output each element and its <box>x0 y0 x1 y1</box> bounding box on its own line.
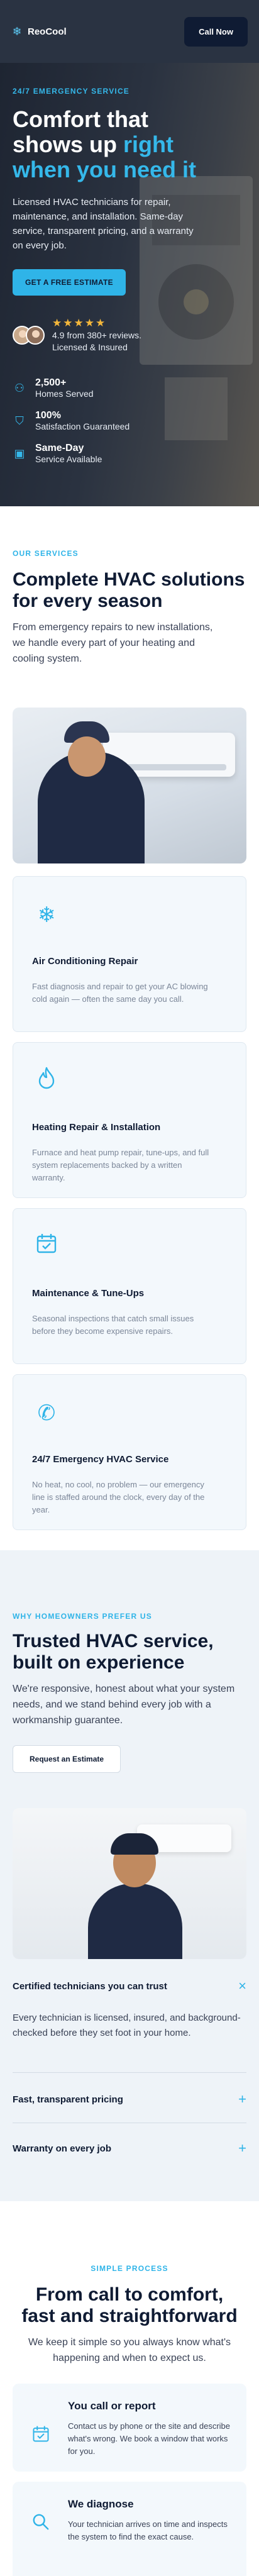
service-card-ac-repair[interactable]: ❄ Air Conditioning Repair Fast diagnosis… <box>13 876 246 1032</box>
services-eyebrow: OUR SERVICES <box>13 549 79 558</box>
brand-logo[interactable]: ❄ ReoCool <box>11 25 67 38</box>
technician-portrait <box>13 1808 246 1959</box>
step-title: We diagnose <box>68 2498 134 2510</box>
service-cards: ❄ Air Conditioning Repair Fast diagnosis… <box>13 876 246 1540</box>
hero-stats: ⚇ 2,500+ Homes Served ⛉ 100% Satisfactio… <box>13 377 246 464</box>
call-now-button[interactable]: Call Now <box>184 16 248 47</box>
plus-icon[interactable]: + <box>238 2092 246 2106</box>
technician-head <box>68 736 106 777</box>
accordion-title: Fast, transparent pricing <box>13 2094 123 2105</box>
stat-value: Same-Day <box>35 443 84 453</box>
search-glyph <box>33 2514 49 2530</box>
divider <box>13 2072 246 2073</box>
hero-title-plain: shows up <box>13 131 124 157</box>
stat-label: Service Available <box>35 454 102 464</box>
service-card-title: Air Conditioning Repair <box>32 956 138 967</box>
process-title: From call to comfort, fast and straightf… <box>21 2284 238 2326</box>
service-card-heating[interactable]: Heating Repair & Installation Furnace an… <box>13 1042 246 1198</box>
hero-title-line: shows up right <box>13 132 246 157</box>
star-rating: ★★★★★ <box>52 317 107 329</box>
hero-title-accent: right <box>123 131 174 157</box>
process-step-call: You call or report Contact us by phone o… <box>13 2384 246 2472</box>
technician-photo <box>13 708 246 863</box>
service-card-emergency[interactable]: ✆ 24/7 Emergency HVAC Service No heat, n… <box>13 1374 246 1530</box>
process-step-diagnose: We diagnose Your technician arrives on t… <box>13 2482 246 2576</box>
rating-summary: 4.9 from 380+ reviews. <box>52 330 142 340</box>
service-card-description: Furnace and heat pump repair, tune-ups, … <box>32 1148 209 1182</box>
calendar-glyph <box>33 2426 49 2442</box>
step-description: Contact us by phone or the site and desc… <box>68 2421 230 2456</box>
hero-description: Licensed HVAC technicians for repair, ma… <box>13 197 194 251</box>
service-card-description: Fast diagnosis and repair to get your AC… <box>32 982 208 1004</box>
hero-section: 24/7 EMERGENCY SERVICE Comfort that show… <box>0 63 259 506</box>
technician-body <box>88 1884 182 1959</box>
service-card-title: Maintenance & Tune-Ups <box>32 1288 145 1299</box>
site-header: ❄ ReoCool Call Now <box>0 0 259 63</box>
calendar-icon: ▣ <box>14 447 25 460</box>
stat-value: 2,500+ <box>35 377 67 388</box>
step-description: Your technician arrives on time and insp… <box>68 2519 228 2541</box>
hero-title-line: Comfort that <box>13 106 148 132</box>
reviewer-avatars <box>13 326 45 345</box>
calendar-check-icon <box>32 1233 61 1262</box>
accordion-item-certified[interactable]: Certified technicians you can trust × Ev… <box>13 1979 246 2041</box>
flame-icon <box>32 1067 61 1096</box>
why-title: Trusted HVAC service, built on experienc… <box>13 1631 214 1673</box>
license-note: Licensed & Insured <box>52 342 128 352</box>
avatar <box>26 326 45 345</box>
hero-title-accent-line: when you need it <box>13 157 197 182</box>
process-section: SIMPLE PROCESS From call to comfort, fas… <box>0 2201 259 2576</box>
accordion-title: Certified technicians you can trust <box>13 1980 167 1992</box>
request-estimate-button[interactable]: Request an Estimate <box>13 1745 121 1773</box>
calendar-check-icon <box>31 2425 50 2444</box>
close-icon[interactable]: × <box>238 1979 246 1993</box>
brand-name: ReoCool <box>28 26 67 37</box>
why-description: We're responsive, honest about what your… <box>13 1684 235 1726</box>
stat-label: Satisfaction Guaranteed <box>35 421 130 431</box>
rating-block: ★★★★★ 4.9 from 380+ reviews. Licensed & … <box>13 317 246 353</box>
stat-same-day: ▣ Same-Day Service Available <box>13 443 246 464</box>
stat-homes-served: ⚇ 2,500+ Homes Served <box>13 377 246 399</box>
users-icon: ⚇ <box>14 382 25 394</box>
free-estimate-button[interactable]: GET A FREE ESTIMATE <box>13 269 126 296</box>
stat-satisfaction: ⛉ 100% Satisfaction Guaranteed <box>13 410 246 431</box>
process-eyebrow: SIMPLE PROCESS <box>91 2264 168 2273</box>
accordion-title: Warranty on every job <box>13 2143 111 2154</box>
search-icon <box>31 2513 50 2532</box>
flame-glyph <box>38 1067 55 1089</box>
accordion-body: Every technician is licensed, insured, a… <box>13 2012 241 2038</box>
accordion-item-pricing[interactable]: Fast, transparent pricing + <box>13 2092 246 2106</box>
service-card-title: 24/7 Emergency HVAC Service <box>32 1454 169 1465</box>
hero-eyebrow: 24/7 EMERGENCY SERVICE <box>13 87 130 96</box>
service-card-description: Seasonal inspections that catch small is… <box>32 1314 194 1336</box>
service-card-title: Heating Repair & Installation <box>32 1122 161 1133</box>
service-card-maintenance[interactable]: Maintenance & Tune-Ups Seasonal inspecti… <box>13 1208 246 1364</box>
accordion-item-warranty[interactable]: Warranty on every job + <box>13 2141 246 2155</box>
process-description: We keep it simple so you always know wha… <box>28 2337 231 2363</box>
snowflake-icon: ❄ <box>37 903 56 927</box>
service-card-description: No heat, no cool, no problem — our emerg… <box>32 1480 205 1514</box>
hero-title: Comfort that shows up right when you nee… <box>13 107 246 182</box>
calendar-glyph <box>36 1234 57 1253</box>
why-section: WHY HOMEOWNERS PREFER US Trusted HVAC se… <box>0 1550 259 2201</box>
stat-value: 100% <box>35 410 61 421</box>
shield-check-icon: ⛉ <box>15 414 24 427</box>
services-title: Complete HVAC solutions for every season <box>13 569 245 611</box>
stat-label: Homes Served <box>35 389 94 399</box>
plus-icon[interactable]: + <box>238 2141 246 2155</box>
services-section: OUR SERVICES Complete HVAC solutions for… <box>0 506 259 1550</box>
snowflake-icon: ❄ <box>12 25 22 38</box>
why-eyebrow: WHY HOMEOWNERS PREFER US <box>13 1612 152 1621</box>
step-title: You call or report <box>68 2400 156 2412</box>
phone-icon: ✆ <box>37 1401 56 1425</box>
services-description: From emergency repairs to new installati… <box>13 622 213 664</box>
